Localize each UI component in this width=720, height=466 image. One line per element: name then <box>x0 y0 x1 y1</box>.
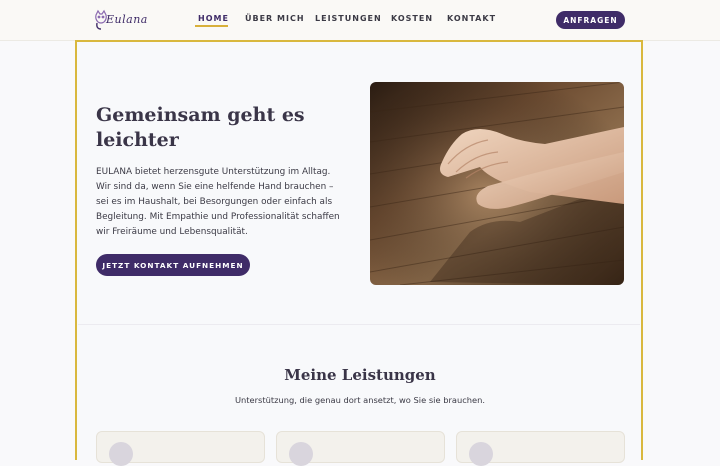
hero-text-line: EULANA bietet herzensgute Unterstützung … <box>96 167 331 177</box>
active-nav-indicator <box>195 25 228 27</box>
nav-item-home[interactable]: HOME <box>198 14 229 23</box>
hero-description: EULANA bietet herzensgute Unterstützung … <box>96 165 351 240</box>
hero-text-line: wir Freiräume und Lebensqualität. <box>96 227 248 237</box>
hero-title: Gemeinsam geht es leichter <box>96 103 346 153</box>
hero-title-line: leichter <box>96 129 179 151</box>
services-subtitle: Unterstützung, die genau dort ansetzt, w… <box>234 395 486 405</box>
service-card[interactable] <box>96 431 265 466</box>
anfragen-button[interactable]: ANFRAGEN <box>556 11 625 29</box>
hero-text-line: Begleitung. Mit Empathie und Professiona… <box>96 212 340 222</box>
service-icon <box>289 442 313 466</box>
hero-image-folded-hands <box>370 82 624 285</box>
contact-cta-button[interactable]: JETZT KONTAKT AUFNEHMEN <box>96 254 250 276</box>
section-divider <box>78 324 640 325</box>
nav-item-ueber-mich[interactable]: ÜBER MICH <box>245 14 305 23</box>
service-icon <box>469 442 493 466</box>
nav-item-kontakt[interactable]: KONTAKT <box>447 14 496 23</box>
hero-text-line: Wir sind da, wenn Sie eine helfende Hand… <box>96 182 334 192</box>
hero-text-line: sei es im Haushalt, bei Besorgungen oder… <box>96 197 333 207</box>
service-icon <box>109 442 133 466</box>
service-card[interactable] <box>456 431 625 466</box>
services-title: Meine Leistungen <box>284 366 436 384</box>
service-card[interactable] <box>276 431 445 466</box>
nav-item-leistungen[interactable]: LEISTUNGEN <box>315 14 382 23</box>
nav-item-kosten[interactable]: KOSTEN <box>391 14 433 23</box>
folded-hands-illustration <box>370 82 624 285</box>
brand-logo-text[interactable]: Eulana <box>106 13 148 26</box>
site-header: Eulana HOME ÜBER MICH LEISTUNGEN KOSTEN … <box>0 0 720 41</box>
hero-title-line: Gemeinsam geht es <box>96 104 305 126</box>
